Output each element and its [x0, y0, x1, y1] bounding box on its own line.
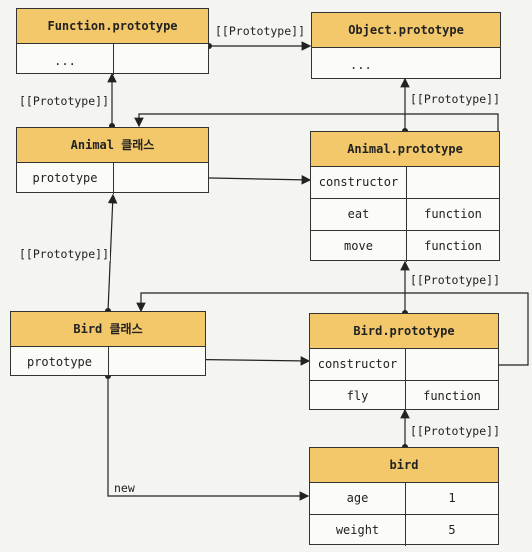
bird-prototype-constructor-row: constructor [310, 349, 498, 381]
label-prototype-birdobj-to-birdproto: [[Prototype]] [409, 424, 502, 438]
function-prototype-empty-cell [113, 44, 208, 75]
animal-prototype-eat-key: eat [347, 207, 370, 221]
label-prototype-animalproto-to-object: [[Prototype]] [409, 92, 502, 106]
function-prototype-box: Function.prototype ... [16, 8, 209, 75]
bird-object-box: bird age 1 weight 5 [309, 447, 499, 546]
bird-class-title: Bird 클래스 [11, 312, 205, 347]
bird-prototype-fly-row: fly function [310, 381, 498, 412]
animal-class-prototype-row: prototype [17, 163, 208, 194]
label-new: new [113, 481, 136, 495]
bird-prototype-constructor-key: constructor [317, 357, 398, 371]
function-prototype-title: Function.prototype [17, 9, 208, 44]
animal-class-prototype-value [113, 163, 208, 194]
animal-prototype-move-row: move function [311, 231, 499, 262]
animal-prototype-title: Animal.prototype [311, 132, 499, 167]
animal-prototype-move-key: move [344, 239, 373, 253]
animal-class-prototype-key: prototype [32, 171, 98, 185]
bird-object-weight-value: 5 [405, 515, 498, 546]
bird-object-weight-key: weight [335, 523, 380, 537]
bird-class-box: Bird 클래스 prototype [10, 311, 206, 378]
label-prototype-birdproto-to-animalproto: [[Prototype]] [409, 273, 502, 287]
function-prototype-ellipsis: ... [54, 54, 76, 68]
prototype-chain-diagram: Function.prototype ... Object.prototype … [0, 0, 532, 552]
bird-object-age-row: age 1 [310, 483, 498, 515]
animal-class-title: Animal 클래스 [17, 128, 208, 163]
bird-object-age-key: age [346, 491, 369, 505]
label-prototype-func-to-object: [[Prototype]] [214, 24, 307, 38]
label-prototype-animal-to-func: [[Prototype]] [18, 94, 111, 108]
object-prototype-title: Object.prototype [312, 13, 500, 48]
animal-prototype-box: Animal.prototype constructor eat functio… [310, 131, 500, 262]
animal-prototype-constructor-value [406, 167, 499, 198]
object-prototype-ellipsis: ... [350, 58, 372, 72]
bird-object-age-value: 1 [405, 483, 498, 514]
bird-prototype-fly-value: function [405, 381, 498, 412]
arrow-new [107, 376, 310, 501]
object-prototype-row: ... [312, 48, 500, 79]
bird-prototype-title: Bird.prototype [310, 314, 498, 349]
bird-class-prototype-key: prototype [26, 355, 93, 369]
label-prototype-bird-to-animal: [[Prototype]] [18, 247, 111, 261]
bird-class-prototype-row: prototype [11, 347, 205, 378]
bird-prototype-constructor-value [405, 349, 498, 380]
animal-prototype-move-value: function [406, 231, 499, 262]
bird-class-prototype-value [108, 347, 205, 378]
animal-prototype-constructor-row: constructor [311, 167, 499, 199]
object-prototype-box: Object.prototype ... [311, 12, 501, 79]
bird-object-title: bird [310, 448, 498, 483]
bird-prototype-box: Bird.prototype constructor fly function [309, 313, 499, 412]
bird-prototype-fly-key: fly [346, 389, 369, 403]
animal-prototype-constructor-key: constructor [318, 175, 399, 189]
function-prototype-row: ... [17, 44, 208, 75]
bird-object-weight-row: weight 5 [310, 515, 498, 546]
animal-class-box: Animal 클래스 prototype [16, 127, 209, 194]
animal-prototype-eat-row: eat function [311, 199, 499, 231]
animal-prototype-eat-value: function [406, 199, 499, 230]
